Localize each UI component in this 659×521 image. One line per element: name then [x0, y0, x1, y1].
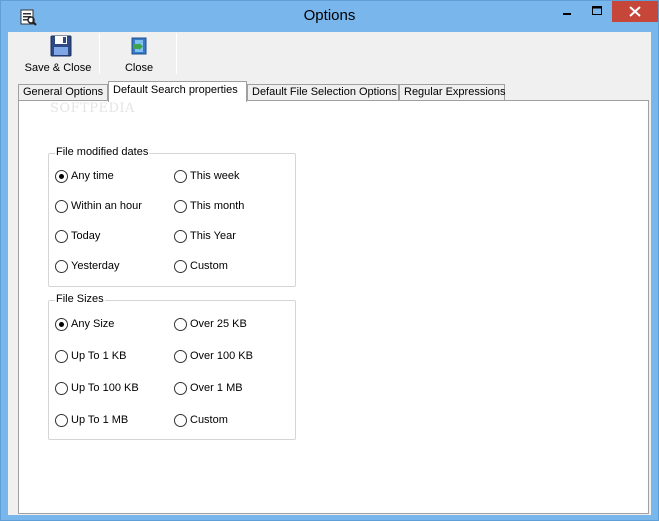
radio-dot: [174, 200, 187, 213]
search-properties-panel: SOFTPEDIA File modified dates Any time T…: [18, 100, 649, 514]
radio-dot: [174, 350, 187, 363]
watermark: SOFTPEDIA: [50, 101, 135, 116]
close-window-button[interactable]: [612, 1, 658, 22]
tab-regular-expressions[interactable]: Regular Expressions: [399, 84, 506, 101]
radio-label: Up To 100 KB: [71, 382, 139, 394]
radio-dot: [174, 382, 187, 395]
tab-default-search-properties[interactable]: Default Search properties: [108, 81, 247, 102]
radio-label: Today: [71, 230, 101, 242]
radio-label: Custom: [190, 260, 228, 272]
radio-label: This month: [190, 200, 245, 212]
save-close-button[interactable]: Save & Close: [18, 32, 98, 75]
radio-label: Over 100 KB: [190, 350, 253, 362]
maximize-icon: [592, 6, 602, 15]
radio-dot: [174, 230, 187, 243]
toolbar-separator: [176, 33, 177, 74]
tab-strip: General Options Default Search propertie…: [18, 81, 618, 102]
group-title: File Sizes: [55, 293, 105, 305]
group-title: File modified dates: [55, 146, 150, 158]
radio-dot: [55, 260, 68, 273]
minimize-icon: [563, 13, 571, 15]
toolbar-separator: [99, 33, 100, 74]
tab-general-options[interactable]: General Options: [18, 84, 108, 101]
title-bar[interactable]: Options: [1, 1, 658, 32]
radio-label: Any time: [71, 170, 114, 182]
file-sizes-group: File Sizes Any Size Over 25 KB Up To 1 K…: [48, 293, 296, 440]
radio-label: Over 1 MB: [190, 382, 243, 394]
radio-label: This Year: [190, 230, 236, 242]
file-modified-dates-group: File modified dates Any time This week W…: [48, 146, 296, 287]
radio-label: Up To 1 MB: [71, 414, 129, 426]
save-close-label: Save & Close: [24, 62, 92, 74]
close-button[interactable]: Close: [102, 32, 176, 75]
radio-dot: [174, 414, 187, 427]
maximize-button[interactable]: [582, 1, 612, 22]
toolbar: Save & Close Close: [18, 32, 186, 75]
radio-label: Yesterday: [71, 260, 120, 272]
exit-door-icon: [131, 37, 147, 55]
radio-dot: [55, 350, 68, 363]
radio-dot: [174, 170, 187, 183]
minimize-button[interactable]: [552, 1, 582, 22]
options-window: Options Save & Close Close General Optio…: [0, 0, 659, 521]
radio-label: Within an hour: [71, 200, 142, 212]
radio-dot: [55, 230, 68, 243]
radio-label: Over 25 KB: [190, 318, 247, 330]
radio-label: Any Size: [71, 318, 115, 330]
client-area: Save & Close Close General Options Defau…: [8, 32, 651, 515]
close-label: Close: [124, 62, 154, 74]
radio-dot: [55, 170, 68, 183]
radio-dot: [55, 318, 68, 331]
tab-default-file-selection-options[interactable]: Default File Selection Options: [247, 84, 399, 101]
radio-dot: [174, 318, 187, 331]
radio-label: This week: [190, 170, 240, 182]
radio-dot: [55, 414, 68, 427]
radio-dot: [55, 382, 68, 395]
radio-dot: [55, 200, 68, 213]
radio-label: Up To 1 KB: [71, 350, 127, 362]
save-disk-icon: [50, 35, 72, 57]
close-icon: [629, 6, 641, 17]
radio-dot: [174, 260, 187, 273]
radio-label: Custom: [190, 414, 228, 426]
